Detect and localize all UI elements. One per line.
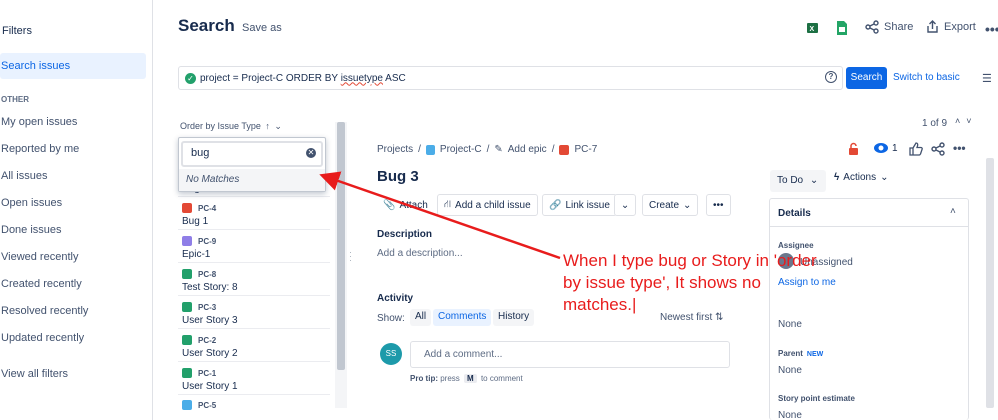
annotation-arrow [319,171,561,260]
annotation-text: When I type bug or Story in 'order by is… [563,251,817,314]
